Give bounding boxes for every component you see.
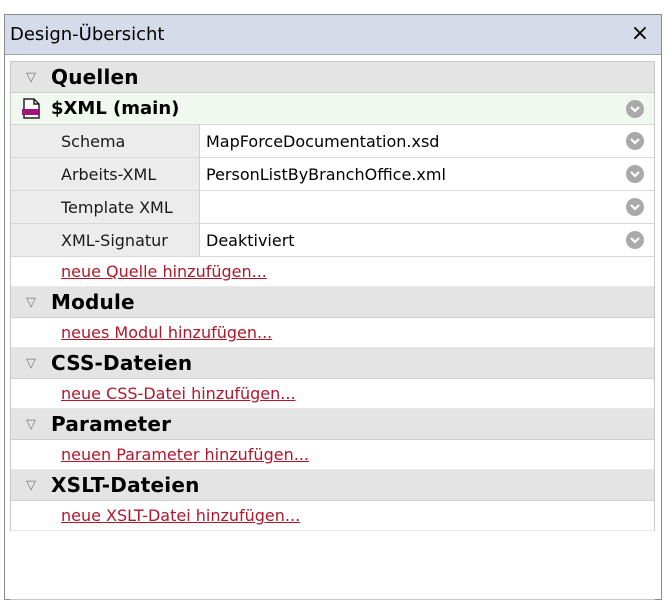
divider — [10, 599, 655, 600]
section-title-parameter: Parameter — [51, 412, 172, 436]
chevron-down-icon — [630, 105, 640, 113]
add-source-link[interactable]: neue Quelle hinzufügen... — [61, 262, 267, 281]
source-row-xml-main[interactable]: $XML (main) — [11, 93, 654, 125]
property-value[interactable]: Deaktiviert — [200, 224, 654, 256]
add-module-link[interactable]: neues Modul hinzufügen... — [61, 323, 272, 342]
property-label: XML-Signatur — [11, 224, 200, 256]
property-label: Template XML — [11, 191, 200, 223]
chevron-down-icon — [630, 204, 640, 211]
working-xml-options-button[interactable] — [626, 165, 644, 183]
section-header-css[interactable]: ▽ CSS-Dateien — [11, 348, 654, 379]
add-xslt-row: neue XSLT-Datei hinzufügen... — [11, 501, 654, 531]
xml-file-icon — [11, 97, 51, 121]
design-overview-panel: Design-Übersicht × ▽ Quellen $XML (main)… — [4, 14, 662, 600]
section-header-parameter[interactable]: ▽ Parameter — [11, 409, 654, 440]
property-value[interactable]: MapForceDocumentation.xsd — [200, 125, 654, 157]
property-value[interactable] — [200, 191, 654, 223]
template-xml-options-button[interactable] — [626, 198, 644, 216]
section-header-module[interactable]: ▽ Module — [11, 287, 654, 318]
panel-title: Design-Übersicht — [10, 24, 165, 45]
chevron-down-icon — [630, 237, 640, 244]
overview-tree: ▽ Quellen $XML (main) Schema MapForceDoc… — [10, 61, 655, 531]
add-xslt-link[interactable]: neue XSLT-Datei hinzufügen... — [61, 506, 300, 525]
collapse-triangle-icon[interactable]: ▽ — [11, 295, 51, 310]
section-title-css: CSS-Dateien — [51, 351, 193, 375]
add-module-row: neues Modul hinzufügen... — [11, 318, 654, 348]
chevron-down-icon — [630, 138, 640, 145]
source-name: $XML (main) — [51, 98, 180, 119]
panel-title-bar: Design-Übersicht × — [5, 15, 661, 55]
property-label: Arbeits-XML — [11, 158, 200, 190]
add-css-link[interactable]: neue CSS-Datei hinzufügen... — [61, 384, 296, 403]
section-header-quellen[interactable]: ▽ Quellen — [11, 62, 654, 93]
collapse-triangle-icon[interactable]: ▽ — [11, 356, 51, 371]
property-row-arbeits-xml[interactable]: Arbeits-XML PersonListByBranchOffice.xml — [11, 158, 654, 191]
section-header-xslt[interactable]: ▽ XSLT-Dateien — [11, 470, 654, 501]
section-title-quellen: Quellen — [51, 65, 139, 89]
property-label: Schema — [11, 125, 200, 157]
add-css-row: neue CSS-Datei hinzufügen... — [11, 379, 654, 409]
property-value[interactable]: PersonListByBranchOffice.xml — [200, 158, 654, 190]
property-row-xml-signatur[interactable]: XML-Signatur Deaktiviert — [11, 224, 654, 257]
chevron-down-icon — [630, 171, 640, 178]
collapse-triangle-icon[interactable]: ▽ — [11, 417, 51, 432]
add-parameter-link[interactable]: neuen Parameter hinzufügen... — [61, 445, 309, 464]
collapse-triangle-icon[interactable]: ▽ — [11, 478, 51, 493]
add-source-row: neue Quelle hinzufügen... — [11, 257, 654, 287]
section-title-xslt: XSLT-Dateien — [51, 473, 200, 497]
property-row-schema[interactable]: Schema MapForceDocumentation.xsd — [11, 125, 654, 158]
property-row-template-xml[interactable]: Template XML — [11, 191, 654, 224]
xml-signature-options-button[interactable] — [626, 231, 644, 249]
collapse-triangle-icon[interactable]: ▽ — [11, 70, 51, 85]
add-parameter-row: neuen Parameter hinzufügen... — [11, 440, 654, 470]
section-title-module: Module — [51, 290, 135, 314]
schema-options-button[interactable] — [626, 132, 644, 150]
close-icon[interactable]: × — [629, 21, 651, 47]
source-options-button[interactable] — [626, 99, 644, 118]
